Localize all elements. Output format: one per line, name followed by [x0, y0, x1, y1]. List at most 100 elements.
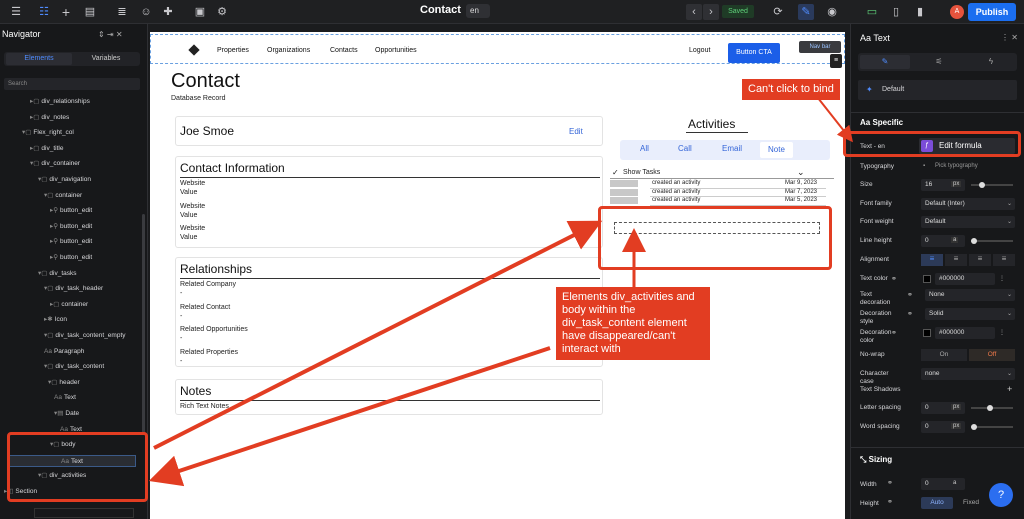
tree-item[interactable]: ▸▢ div_relationships [30, 96, 140, 108]
bind-icon[interactable]: ⚭ [887, 498, 893, 506]
auto-toggle[interactable]: Auto [921, 497, 953, 509]
tab-call[interactable]: Call [678, 144, 692, 153]
align-option-icon[interactable]: ≡ [969, 254, 991, 266]
mobile-icon[interactable]: ▮ [912, 4, 928, 20]
tree-item[interactable]: ▾▢ Flex_right_col [22, 127, 140, 139]
tab-elements[interactable]: Elements [6, 53, 72, 65]
add-shadow-icon[interactable]: + [1007, 384, 1012, 394]
chevron-down-icon[interactable]: ⌄ [1007, 200, 1012, 207]
bind-icon[interactable]: ⚭ [887, 479, 893, 487]
slider-knob[interactable] [987, 405, 993, 411]
nav-bar[interactable]: Properties Organizations Contacts Opport… [150, 34, 845, 64]
logout-link[interactable]: Logout [689, 47, 710, 54]
chevron-down-icon[interactable]: ⌄ [797, 167, 805, 178]
nav-link-organizations[interactable]: Organizations [267, 47, 310, 54]
tab-email[interactable]: Email [722, 144, 742, 153]
menu-icon[interactable]: ☰ [8, 4, 24, 20]
dropdown-select[interactable]: Default (Inter) [921, 198, 1015, 210]
width-input[interactable]: 0 [921, 478, 965, 490]
add-icon[interactable]: + [58, 4, 74, 20]
nav-link-contacts[interactable]: Contacts [330, 47, 358, 54]
dropdown-select[interactable]: None [925, 289, 1015, 301]
nowrap-on[interactable]: On [921, 349, 967, 361]
slider[interactable] [971, 405, 1013, 411]
chevron-down-icon[interactable]: ⌄ [1007, 291, 1012, 298]
chevron-down-icon[interactable]: ⌄ [1007, 310, 1012, 317]
slider[interactable] [971, 424, 1013, 430]
tree-item[interactable]: ▸✱ Icon [44, 314, 140, 326]
plugin-icon[interactable]: ✚ [160, 4, 176, 20]
slider-knob[interactable] [971, 238, 977, 244]
users-icon[interactable]: ☺ [138, 4, 154, 20]
tree-item[interactable]: ▾▢ div_container [30, 158, 140, 170]
state-select[interactable]: ✦ Default [858, 80, 1017, 100]
publish-button[interactable]: Publish [968, 3, 1016, 21]
more-icon[interactable]: ⋮ ✕ [1001, 33, 1018, 42]
unit-select[interactable]: px [951, 181, 962, 187]
help-button[interactable]: ? [989, 483, 1013, 507]
unit-select[interactable]: px [951, 423, 962, 429]
number-input[interactable]: 0 [921, 235, 965, 247]
bind-icon[interactable]: ⚭ [891, 329, 897, 337]
nav-link-opportunities[interactable]: Opportunities [375, 47, 417, 54]
element-menu-icon[interactable]: ≡ [830, 54, 842, 68]
settings-icon[interactable]: ⚙ [214, 4, 230, 20]
tab-note[interactable]: Note [760, 142, 793, 158]
database-icon[interactable]: ≣ [114, 4, 130, 20]
color-input[interactable]: #000000 [935, 327, 995, 339]
tree-item[interactable]: ▾▤ Date [54, 408, 140, 420]
tree-item[interactable]: ▸▢ div_title [30, 143, 140, 155]
avatar[interactable]: A [950, 5, 964, 19]
slider[interactable] [971, 238, 1013, 244]
tree-item[interactable]: ▾▢ container [44, 190, 140, 202]
tree-item[interactable]: ▾▢ div_tasks [38, 268, 140, 280]
slider[interactable] [971, 182, 1013, 188]
tree-item[interactable]: ▾▢ div_task_content [44, 361, 140, 373]
sync-icon[interactable]: ⟳ [770, 4, 786, 20]
tree-item[interactable]: ▸⚲ button_edit [50, 221, 140, 233]
slider-knob[interactable] [971, 424, 977, 430]
adjust-icon[interactable]: ⋮ [999, 275, 1005, 282]
tree-item[interactable]: ▸▢ container [50, 299, 140, 311]
nowrap-off[interactable]: Off [969, 349, 1015, 361]
align-option-icon[interactable]: ≡ [945, 254, 967, 266]
slider-knob[interactable] [979, 182, 985, 188]
tree-item[interactable]: ▾▢ div_task_header [44, 283, 140, 295]
show-tasks-label[interactable]: Show Tasks [623, 169, 660, 176]
preview-icon[interactable]: ◉ [824, 4, 840, 20]
tree-item[interactable]: ▸▢ div_notes [30, 112, 140, 124]
tree-item[interactable]: Aa Text [54, 392, 140, 404]
color-swatch[interactable] [923, 329, 931, 337]
width-unit[interactable]: a [953, 480, 956, 486]
logo-icon[interactable] [188, 44, 200, 56]
tree-item[interactable]: ▾▢ header [48, 377, 140, 389]
unit-select[interactable]: a [951, 237, 959, 243]
align-option-icon[interactable]: ≡ [921, 254, 943, 266]
tree-item[interactable]: ▸⚲ button_edit [50, 205, 140, 217]
nav-link-properties[interactable]: Properties [217, 47, 249, 54]
bind-icon[interactable]: ⚭ [907, 291, 913, 299]
expand-icon[interactable]: ⇕ ⇥ ✕ [98, 30, 123, 39]
language-select[interactable]: en [466, 4, 490, 18]
dropdown-select[interactable]: Solid [925, 308, 1015, 320]
bind-icon[interactable]: ⚭ [907, 310, 913, 318]
edit-link[interactable]: Edit [569, 127, 583, 136]
tree-item[interactable]: ▾▢ div_task_content_empty [44, 330, 140, 342]
tree-item[interactable]: ▾▢ div_navigation [38, 174, 140, 186]
workflow-tab-icon[interactable]: ϟ [966, 55, 1016, 69]
redo-icon[interactable]: › [703, 4, 719, 20]
tab-variables[interactable]: Variables [74, 53, 138, 65]
color-input[interactable]: #000000 [935, 273, 995, 285]
fixed-toggle[interactable]: Fixed [955, 497, 987, 509]
tree-item[interactable]: ▸⚲ button_edit [50, 236, 140, 248]
bind-icon[interactable]: ⚭ [891, 275, 897, 283]
desktop-icon[interactable]: ▭ [864, 4, 880, 20]
align-option-icon[interactable]: ≡ [993, 254, 1015, 266]
tab-all[interactable]: All [640, 144, 649, 153]
style-tab-icon[interactable]: ✎ [860, 55, 910, 69]
chevron-down-icon[interactable]: ⌄ [1007, 370, 1012, 377]
undo-icon[interactable]: ‹ [686, 4, 702, 20]
search-input[interactable]: Search [4, 78, 140, 90]
edit-mode-icon[interactable]: ✎ [798, 4, 814, 20]
dropdown-select[interactable]: Default [921, 216, 1015, 228]
